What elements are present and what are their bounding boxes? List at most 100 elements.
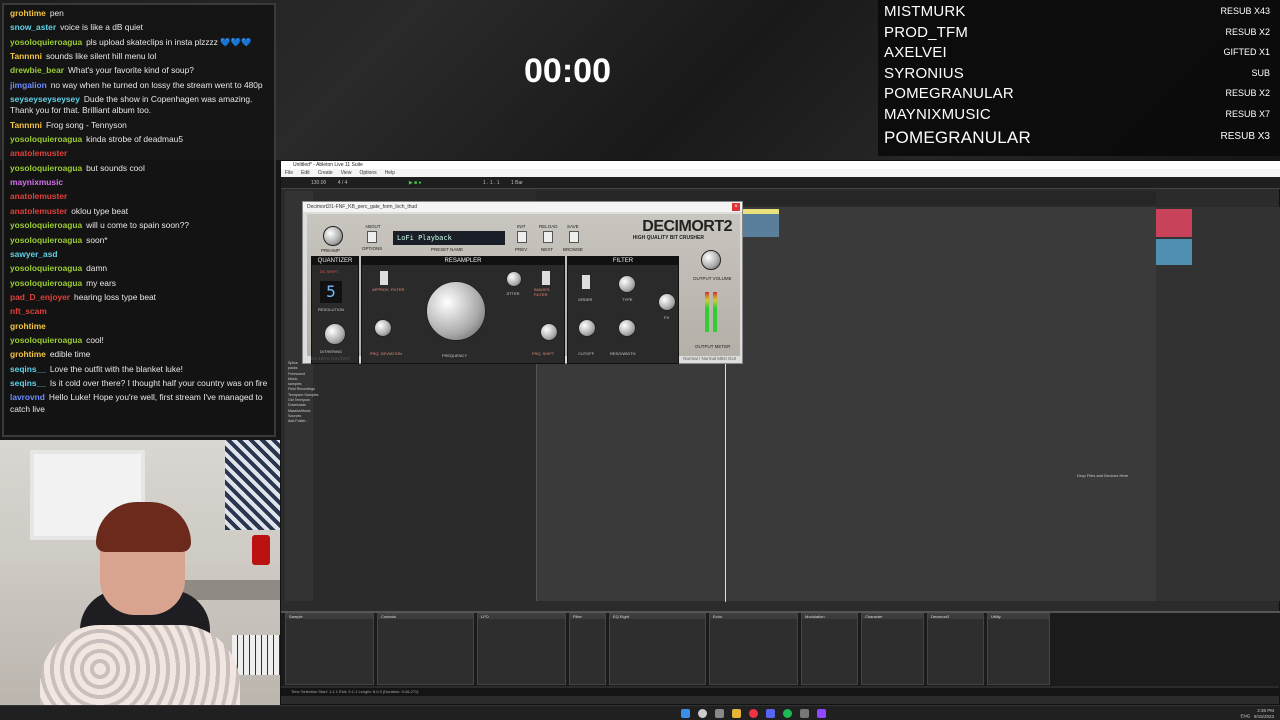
tempo-display[interactable]: 130.00 [311, 180, 326, 186]
dithering-knob[interactable] [324, 323, 346, 345]
device-filter[interactable]: Filter [569, 613, 606, 685]
chat-username[interactable]: yosoloquieroagua [10, 37, 82, 47]
chat-username[interactable]: drewbie_bear [10, 65, 64, 75]
device-utility[interactable]: Utility [987, 613, 1050, 685]
init-switch[interactable] [517, 231, 527, 243]
chat-username[interactable]: yosoloquieroagua [10, 235, 82, 245]
chat-username[interactable]: grohtime [10, 349, 46, 359]
frq-shift-knob[interactable] [540, 323, 558, 341]
obs-icon[interactable] [817, 709, 826, 718]
chat-username[interactable]: anatolemuster [10, 148, 67, 158]
chat-username[interactable]: seqins__ [10, 378, 46, 388]
menu-item-view[interactable]: View [341, 170, 352, 176]
images-filter-switch[interactable] [542, 271, 550, 285]
jitter-knob[interactable] [506, 271, 522, 287]
song-position[interactable]: 1 . 1 . 1 [483, 180, 500, 186]
cutoff-knob[interactable] [578, 319, 596, 337]
chat-username[interactable]: snow_aster [10, 22, 56, 32]
device-eq-eight[interactable]: EQ Eight [609, 613, 706, 685]
transport-bar[interactable]: 130.00 4 / 4 ▶ ■ ● 1 . 1 . 1 1 Bar [281, 177, 1280, 189]
output-volume-knob[interactable] [701, 250, 721, 270]
chat-username[interactable]: Tannnni [10, 51, 42, 61]
chat-username[interactable]: yosoloquieroagua [10, 220, 82, 230]
spotify-icon[interactable] [783, 709, 792, 718]
device-decimort2[interactable]: Decimort2 [927, 613, 984, 685]
device-title: Decimort2 [928, 614, 983, 619]
search-icon[interactable] [698, 709, 707, 718]
chrome-icon[interactable] [749, 709, 758, 718]
play-button[interactable]: ▶ ■ ● [409, 180, 422, 186]
device-controls[interactable]: Controls [377, 613, 474, 685]
preset-display[interactable]: LoFi Playback [393, 231, 505, 245]
time-signature[interactable]: 4 / 4 [338, 180, 348, 186]
chat-username[interactable]: anatolemuster [10, 191, 67, 201]
reload-switch[interactable] [543, 231, 553, 243]
approx-filter-switch[interactable] [380, 271, 388, 285]
chat-username[interactable]: seqins__ [10, 364, 46, 374]
track-header-1[interactable] [1156, 209, 1192, 237]
about-switch[interactable] [367, 231, 377, 243]
chat-username[interactable]: yosoloquieroagua [10, 263, 82, 273]
quantize-bar[interactable]: 1 Bar [511, 180, 523, 186]
resolution-display[interactable]: 5 [320, 281, 342, 303]
next-button[interactable]: NEXT [541, 247, 553, 252]
menu-item-help[interactable]: Help [385, 170, 395, 176]
chat-username[interactable]: grohtime [10, 321, 46, 331]
save-button[interactable]: SAVE [567, 224, 579, 229]
chat-username[interactable]: yosoloquieroagua [10, 134, 82, 144]
prev-button[interactable]: PREV [515, 247, 527, 252]
chat-username[interactable]: lavrovnd [10, 392, 45, 402]
menu-item-options[interactable]: Options [359, 170, 376, 176]
close-icon[interactable]: × [732, 203, 740, 211]
about-button[interactable]: ABOUT [365, 224, 381, 229]
plugin-footer-right[interactable]: Normal / Normal MIDI GUI [683, 355, 736, 363]
mixer-section[interactable] [1156, 207, 1280, 601]
language-indicator[interactable]: ENG [1240, 714, 1250, 719]
save-switch[interactable] [569, 231, 579, 243]
order-switch[interactable] [582, 275, 590, 289]
fx-knob[interactable] [658, 293, 676, 311]
system-tray[interactable]: ENG 2:36 PM 8/15/2023 [1240, 708, 1274, 719]
chat-username[interactable]: jimgalion [10, 80, 47, 90]
device-character[interactable]: Character [861, 613, 924, 685]
menu-item-create[interactable]: Create [318, 170, 333, 176]
device-sample[interactable]: Sample [285, 613, 374, 685]
options-button[interactable]: OPTIONS [362, 246, 382, 251]
chat-username[interactable]: Tannnni [10, 120, 42, 130]
chat-username[interactable]: grohtime [10, 8, 46, 18]
folder-icon[interactable] [732, 709, 741, 718]
menu-item-edit[interactable]: Edit [301, 170, 310, 176]
task-view-icon[interactable] [715, 709, 724, 718]
chat-username[interactable]: nft_scam [10, 306, 47, 316]
chat-username[interactable]: sawyer_asd [10, 249, 58, 259]
start-icon[interactable] [681, 709, 690, 718]
chat-username[interactable]: maynixmusic [10, 177, 63, 187]
freq-deviation-knob[interactable] [374, 319, 392, 337]
chat-username[interactable]: yosoloquieroagua [10, 335, 82, 345]
chat-username[interactable]: pad_D_enjoyer [10, 292, 70, 302]
chat-username[interactable]: yosoloquieroagua [10, 163, 82, 173]
menu-item-file[interactable]: File [285, 170, 293, 176]
discord-icon[interactable] [766, 709, 775, 718]
track-header-2[interactable] [1156, 239, 1192, 265]
ableton-icon[interactable] [800, 709, 809, 718]
chat-username[interactable]: anatolemuster [10, 206, 67, 216]
device-modulation[interactable]: Modulation [801, 613, 858, 685]
reso-width-knob[interactable] [618, 319, 636, 337]
type-knob[interactable] [618, 275, 636, 293]
reload-button[interactable]: RELOAD [539, 224, 558, 229]
device-lfo[interactable]: LFO [477, 613, 566, 685]
device-echo[interactable]: Echo [709, 613, 798, 685]
clip-header[interactable] [743, 209, 779, 214]
init-button[interactable]: INIT [517, 224, 526, 229]
dc-shift-label[interactable]: DC SHIFT [320, 269, 338, 274]
decimort-plugin-window[interactable]: Decimort2/1-FNF_KB_perc_gate_form_loch_t… [302, 201, 743, 364]
daw-titlebar[interactable]: Untitled* - Ableton Live 11 Suite [281, 161, 1280, 169]
frequency-knob[interactable] [426, 281, 486, 341]
browser-place-item[interactable]: Add Folder... [288, 419, 333, 424]
chat-username[interactable]: yosoloquieroagua [10, 278, 82, 288]
plugin-titlebar[interactable]: Decimort2/1-FNF_KB_perc_gate_form_loch_t… [303, 202, 742, 212]
browse-button[interactable]: BROWSE [563, 247, 583, 252]
preamp-knob[interactable] [323, 226, 343, 246]
chat-username[interactable]: seyseyseyseysey [10, 94, 80, 104]
